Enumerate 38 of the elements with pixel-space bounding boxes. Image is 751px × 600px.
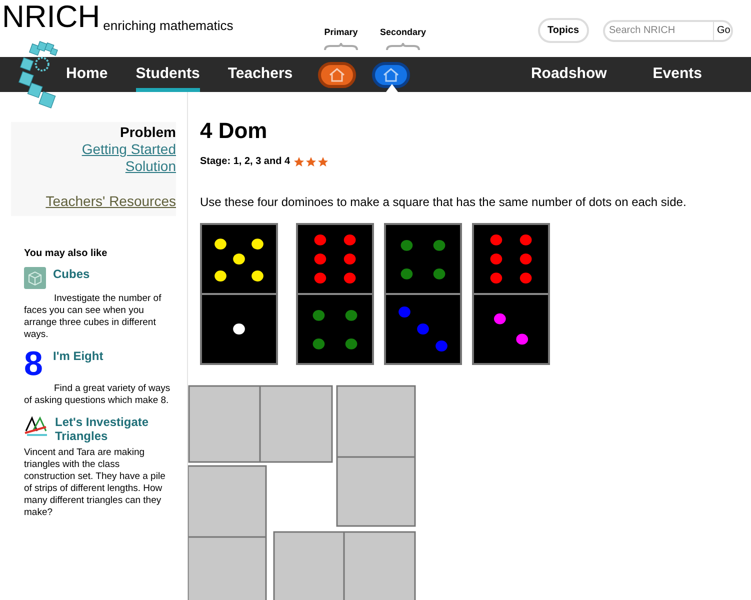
search-field[interactable]: Search NRICH Go <box>603 20 733 42</box>
nav-link[interactable]: Roadshow <box>530 63 607 92</box>
stage-info: Stage: 1, 2, 3 and 4 <box>200 155 290 169</box>
related-link[interactable]: I'm Eight <box>53 349 104 363</box>
also-like-heading: You may also like <box>24 247 108 261</box>
brace-icon <box>386 42 420 50</box>
house-icon <box>328 68 345 82</box>
go-button[interactable]: Go <box>713 22 731 40</box>
stage-label: Secondary <box>380 26 426 39</box>
brace-icon <box>324 42 358 50</box>
eight-icon: 8 <box>24 349 46 379</box>
sidebar-link[interactable]: Solution <box>125 158 176 175</box>
sidebar-link[interactable]: Problem <box>120 124 176 141</box>
star-icon <box>293 156 306 168</box>
related-link[interactable]: Cubes <box>53 267 90 281</box>
site-name: NRICH <box>1 0 100 34</box>
teachers-resources-link[interactable]: Teachers' Resources <box>46 191 176 212</box>
related-link[interactable]: Let's Investigate Triangles <box>55 415 171 443</box>
star-icon <box>317 156 330 168</box>
triangles-icon <box>24 415 48 437</box>
related-description: Find a great variety of ways of asking questions which make 8. <box>24 383 171 407</box>
pointer-icon <box>386 84 398 92</box>
related-description: Investigate the number of faces you can see when you arrange three cubes in different ways. <box>24 293 162 341</box>
sidebar-link[interactable]: Getting Started <box>82 141 176 158</box>
cubes-icon <box>24 267 46 289</box>
stage-button[interactable] <box>318 62 356 88</box>
stage-label: Primary <box>324 26 358 39</box>
nav-link[interactable]: Teachers <box>228 63 293 92</box>
instructions-text: Use these four dominoes to make a square that has the same number of dots on each side. <box>200 194 688 211</box>
nav-link[interactable]: Students <box>136 63 200 92</box>
related-description: Vincent and Tara are making triangles with the class construction set. They have a pile of strips of different lengths. How many different triangles can they make? <box>24 447 166 519</box>
house-icon <box>382 68 399 82</box>
topics-button[interactable]: Topics <box>538 18 589 43</box>
nav-link[interactable]: Events <box>652 63 702 92</box>
site-tagline: enriching mathematics <box>103 17 234 35</box>
nav-link[interactable]: Home <box>66 63 108 92</box>
star-icon <box>305 156 318 168</box>
page-title: 4 Dom <box>200 118 268 144</box>
